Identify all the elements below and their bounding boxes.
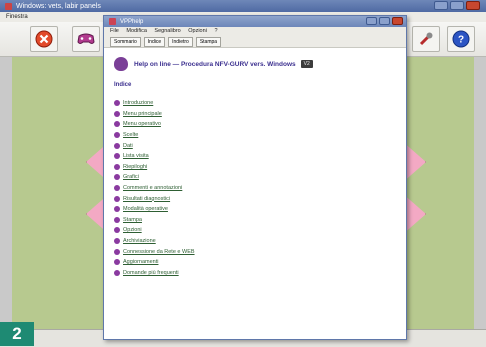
topic-link[interactable]: Archiviazione xyxy=(123,238,156,244)
help-title: VPPhelp xyxy=(120,18,144,25)
app-title-bar: Windows: vets, labir panels xyxy=(0,0,486,12)
print-button[interactable]: Stampa xyxy=(195,36,222,47)
bullet-icon xyxy=(114,110,120,117)
svg-text:?: ? xyxy=(458,35,464,46)
back-button[interactable]: Indietro xyxy=(168,36,193,47)
list-item: Scelte xyxy=(114,130,396,141)
list-item: Grafici xyxy=(114,172,396,183)
help-title-bar: VPPhelp xyxy=(104,16,406,27)
topic-link[interactable]: Grafici xyxy=(123,174,139,180)
help-icon: ? xyxy=(452,30,470,48)
list-item: Modalità operative xyxy=(114,204,396,215)
exit-button[interactable] xyxy=(30,26,58,52)
bullet-icon xyxy=(114,153,120,160)
help-menu-about[interactable]: ? xyxy=(214,28,217,34)
help-menu-bar: File Modifica Segnalibro Opzioni ? xyxy=(104,27,406,36)
help-app-icon xyxy=(109,18,116,25)
list-item: Menu principale xyxy=(114,109,396,120)
list-item: Archiviazione xyxy=(114,236,396,247)
game-button[interactable] xyxy=(72,26,100,52)
topic-link[interactable]: Stampa xyxy=(123,217,142,223)
help-toolbar: Sommario Indice Indietro Stampa xyxy=(104,36,406,48)
menu-finestra[interactable]: Finestra xyxy=(6,14,28,20)
list-item: Riepiloghi xyxy=(114,162,396,173)
topic-link[interactable]: Risultati diagnostici xyxy=(123,196,170,202)
help-header: Help on line — Procedura NFV-GURV vers. … xyxy=(114,57,396,71)
topic-link[interactable]: Menu operativo xyxy=(123,121,161,127)
bullet-icon xyxy=(114,174,120,181)
bullet-icon xyxy=(114,163,120,170)
bullet-icon xyxy=(114,195,120,202)
help-menu-file[interactable]: File xyxy=(110,28,119,34)
list-item: Introduzione xyxy=(114,98,396,109)
list-item: Commenti e annotazioni xyxy=(114,183,396,194)
help-window: VPPhelp File Modifica Segnalibro Opzioni… xyxy=(103,15,407,340)
help-maximize-button[interactable] xyxy=(379,17,390,25)
topic-link[interactable]: Dati xyxy=(123,143,133,149)
index-button[interactable]: Indice xyxy=(143,36,166,47)
topic-link[interactable]: Modalità operative xyxy=(123,206,168,212)
list-item: Lista visita xyxy=(114,151,396,162)
bullet-icon xyxy=(114,259,120,266)
bullet-icon xyxy=(114,121,120,128)
list-item: Domande più frequenti xyxy=(114,268,396,279)
list-item: Connessione da Rete e WEB xyxy=(114,246,396,257)
close-window-button[interactable] xyxy=(466,1,480,10)
topic-link[interactable]: Connessione da Rete e WEB xyxy=(123,249,195,255)
bullet-icon xyxy=(114,248,120,255)
heart-logo-icon xyxy=(114,57,128,71)
topic-link[interactable]: Aggiornamenti xyxy=(123,259,158,265)
bullet-icon xyxy=(114,216,120,223)
maximize-button[interactable] xyxy=(450,1,464,10)
help-minimize-button[interactable] xyxy=(366,17,377,25)
topic-list: Introduzione Menu principale Menu operat… xyxy=(114,98,396,278)
bullet-icon xyxy=(114,206,120,213)
help-menu-segnalibro[interactable]: Segnalibro xyxy=(154,28,180,34)
topic-link[interactable]: Lista visita xyxy=(123,153,149,159)
list-item: Risultati diagnostici xyxy=(114,193,396,204)
help-content: Help on line — Procedura NFV-GURV vers. … xyxy=(104,49,406,333)
app-icon xyxy=(5,2,12,10)
bullet-icon xyxy=(114,132,120,139)
topic-link[interactable]: Menu principale xyxy=(123,111,162,117)
help-close-button[interactable] xyxy=(392,17,403,25)
list-item: Aggiornamenti xyxy=(114,257,396,268)
step-badge: 2 xyxy=(0,322,34,346)
gamepad-icon xyxy=(77,33,95,44)
app-title: Windows: vets, labir panels xyxy=(16,2,101,10)
tools-button[interactable] xyxy=(412,26,440,52)
topic-link[interactable]: Introduzione xyxy=(123,100,153,106)
contents-button[interactable]: Sommario xyxy=(110,36,141,47)
list-item: Stampa xyxy=(114,215,396,226)
topic-link[interactable]: Scelte xyxy=(123,132,138,138)
list-item: Dati xyxy=(114,140,396,151)
list-item: Menu operativo xyxy=(114,119,396,130)
topic-link[interactable]: Commenti e annotazioni xyxy=(123,185,182,191)
help-menu-modifica[interactable]: Modifica xyxy=(126,28,146,34)
bullet-icon xyxy=(114,227,120,234)
minimize-button[interactable] xyxy=(434,1,448,10)
bullet-icon xyxy=(114,185,120,192)
bullet-icon xyxy=(114,269,120,276)
list-item: Opzioni xyxy=(114,225,396,236)
topic-link[interactable]: Opzioni xyxy=(123,227,142,233)
help-heading: Help on line — Procedura NFV-GURV vers. … xyxy=(134,60,296,68)
help-window-controls xyxy=(366,17,403,25)
index-heading: Indice xyxy=(114,82,132,88)
wrench-icon xyxy=(419,32,433,46)
help-button[interactable]: ? xyxy=(447,26,475,52)
version-badge: V2 xyxy=(300,60,313,68)
bullet-icon xyxy=(114,100,120,107)
bullet-icon xyxy=(114,238,120,245)
stop-icon xyxy=(35,30,53,48)
topic-link[interactable]: Domande più frequenti xyxy=(123,270,179,276)
window-controls xyxy=(434,1,480,10)
bullet-icon xyxy=(114,142,120,149)
help-menu-opzioni[interactable]: Opzioni xyxy=(188,28,207,34)
topic-link[interactable]: Riepiloghi xyxy=(123,164,147,170)
